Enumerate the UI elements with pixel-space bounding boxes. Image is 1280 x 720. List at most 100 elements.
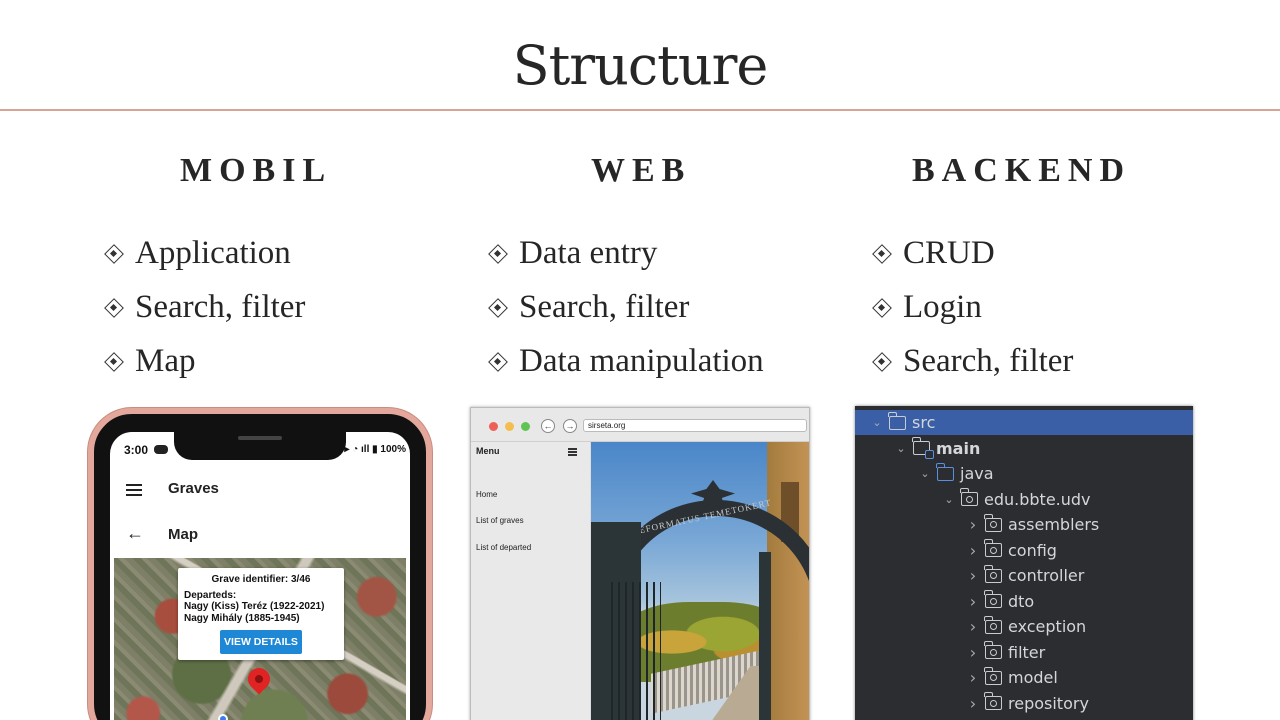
- battery-level: 100%: [380, 444, 406, 455]
- maximize-window-icon[interactable]: [521, 422, 530, 431]
- tree-row-label: repository: [1008, 693, 1089, 713]
- chevron-down-icon[interactable]: ⌄: [917, 466, 933, 482]
- list-item: CRUD: [872, 226, 1073, 280]
- package-folder-icon: [984, 692, 1002, 710]
- status-time: 3:00: [124, 443, 149, 457]
- tree-row-exception[interactable]: › exception: [855, 614, 1193, 639]
- chevron-down-icon[interactable]: ⌄: [869, 415, 885, 431]
- column-heading-web: WEB: [591, 152, 692, 189]
- menu-label: Menu: [476, 446, 500, 456]
- map-pin-icon[interactable]: [243, 663, 275, 695]
- departed-name: Nagy Mihály (1885-1945): [184, 613, 300, 624]
- web-bullet-list: Data entry Search, filter Data manipulat…: [488, 226, 764, 388]
- column-heading-backend: BACKEND: [912, 152, 1132, 189]
- tree-row-filter[interactable]: › filter: [855, 640, 1193, 665]
- tree-row-label: dto: [1008, 591, 1035, 611]
- project-tree: ⌄ src ⌄ main ⌄ java ⌄ edu.bbte.udv › assemblers › c…: [855, 406, 1193, 720]
- diamond-bullet-icon: [872, 244, 890, 262]
- grave-popup: Grave identifier: 3/46 Departeds: Nagy (…: [178, 568, 344, 660]
- tree-row-label: config: [1008, 540, 1057, 560]
- tree-row-controller[interactable]: › controller: [855, 563, 1193, 588]
- package-folder-icon: [984, 666, 1002, 685]
- list-item: Search, filter: [104, 280, 305, 334]
- tree-row-model[interactable]: › model: [855, 665, 1193, 690]
- diamond-bullet-icon: [872, 298, 890, 316]
- departed-name: Nagy (Kiss) Teréz (1922-2021): [184, 601, 325, 612]
- phone-screen: 3:00 ▸ ◔ ıll ▮ 100% Graves ← Map Grave i…: [110, 432, 410, 720]
- chevron-right-icon[interactable]: ›: [965, 617, 981, 636]
- forward-icon[interactable]: →: [563, 419, 577, 433]
- list-item: Data manipulation: [488, 334, 764, 388]
- tree-row-assemblers[interactable]: › assemblers: [855, 512, 1193, 537]
- tree-row-main[interactable]: ⌄ main: [855, 436, 1193, 461]
- tree-row-repository[interactable]: › repository: [855, 691, 1193, 716]
- backend-bullet-list: CRUD Login Search, filter: [872, 226, 1073, 388]
- phone-mockup: 3:00 ▸ ◔ ıll ▮ 100% Graves ← Map Grave i…: [88, 408, 432, 720]
- folder-icon: [912, 437, 934, 459]
- gate-bars: [611, 582, 661, 720]
- chevron-right-icon[interactable]: ›: [965, 668, 981, 687]
- back-arrow-icon[interactable]: ←: [126, 523, 144, 544]
- tree-row-src[interactable]: ⌄ src: [855, 410, 1193, 435]
- departed-label: Departeds:: [184, 590, 237, 601]
- folder-icon: [888, 411, 906, 430]
- tree-row-label: assemblers: [1008, 515, 1100, 534]
- column-heading-mobil: MOBIL: [180, 152, 333, 189]
- slide-title: Structure: [512, 34, 769, 97]
- hamburger-menu-icon[interactable]: [126, 484, 142, 496]
- satellite-map[interactable]: Grave identifier: 3/46 Departeds: Nagy (…: [114, 558, 406, 720]
- chevron-right-icon[interactable]: ›: [965, 566, 981, 585]
- diamond-bullet-icon: [104, 298, 122, 316]
- chevron-right-icon[interactable]: ›: [965, 592, 981, 611]
- chevron-down-icon[interactable]: ⌄: [893, 440, 909, 456]
- status-icons: ▸ ◔ ıll ▮ 100%: [344, 444, 406, 455]
- chevron-right-icon[interactable]: ›: [965, 541, 981, 560]
- tree-row-java[interactable]: ⌄ java: [855, 461, 1193, 486]
- diamond-bullet-icon: [488, 352, 506, 370]
- package-folder-icon: [984, 513, 1002, 532]
- close-window-icon[interactable]: [489, 422, 498, 431]
- nav-link-list-of-graves[interactable]: List of graves: [476, 516, 524, 525]
- diamond-bullet-icon: [104, 244, 122, 262]
- diamond-bullet-icon: [104, 352, 122, 370]
- web-sidebar: Menu Home List of graves List of departe…: [471, 442, 591, 720]
- package-folder-icon: [960, 488, 978, 506]
- chevron-down-icon[interactable]: ⌄: [941, 491, 957, 507]
- cemetery-gate-photo: REFORMATUS TEMETOKERT: [591, 442, 809, 720]
- package-folder-icon: [984, 590, 1002, 608]
- gate-pillar: [759, 552, 771, 720]
- tree-row-label: java: [960, 464, 994, 483]
- address-bar[interactable]: sirseta.org: [583, 419, 807, 432]
- phone-notch: [174, 432, 346, 460]
- nav-link-home[interactable]: Home: [476, 490, 497, 499]
- minimize-window-icon[interactable]: [505, 422, 514, 431]
- grave-identifier: Grave identifier: 3/46: [211, 574, 311, 585]
- tree-row-config[interactable]: › config: [855, 538, 1193, 563]
- list-item: Application: [104, 226, 305, 280]
- tree-row-label: controller: [1008, 566, 1085, 585]
- diamond-bullet-icon: [488, 244, 506, 262]
- tree-row-label: filter: [1008, 642, 1046, 662]
- package-folder-icon: [984, 641, 1002, 659]
- menu-toggle-icon[interactable]: [568, 448, 577, 456]
- list-item: Login: [872, 280, 1073, 334]
- tree-row-label: src: [912, 413, 936, 432]
- tree-row-label: main: [936, 438, 981, 458]
- list-item: Map: [104, 334, 305, 388]
- folder-icon: [936, 462, 954, 481]
- tree-row-edu-bbte-udv[interactable]: ⌄ edu.bbte.udv: [855, 487, 1193, 512]
- app-title: Graves: [168, 480, 219, 497]
- chevron-right-icon[interactable]: ›: [965, 515, 981, 534]
- back-icon[interactable]: ←: [541, 419, 555, 433]
- list-item: Search, filter: [488, 280, 764, 334]
- list-item: Data entry: [488, 226, 764, 280]
- diamond-bullet-icon: [488, 298, 506, 316]
- nav-link-list-of-departed[interactable]: List of departed: [476, 543, 531, 552]
- diamond-bullet-icon: [872, 352, 890, 370]
- chevron-right-icon[interactable]: ›: [965, 643, 981, 662]
- view-details-button[interactable]: VIEW DETAILS: [220, 630, 302, 654]
- browser-toolbar: ← → sirseta.org: [471, 408, 809, 442]
- chat-notification-icon: [154, 445, 168, 454]
- tree-row-dto[interactable]: › dto: [855, 589, 1193, 614]
- chevron-right-icon[interactable]: ›: [965, 694, 981, 713]
